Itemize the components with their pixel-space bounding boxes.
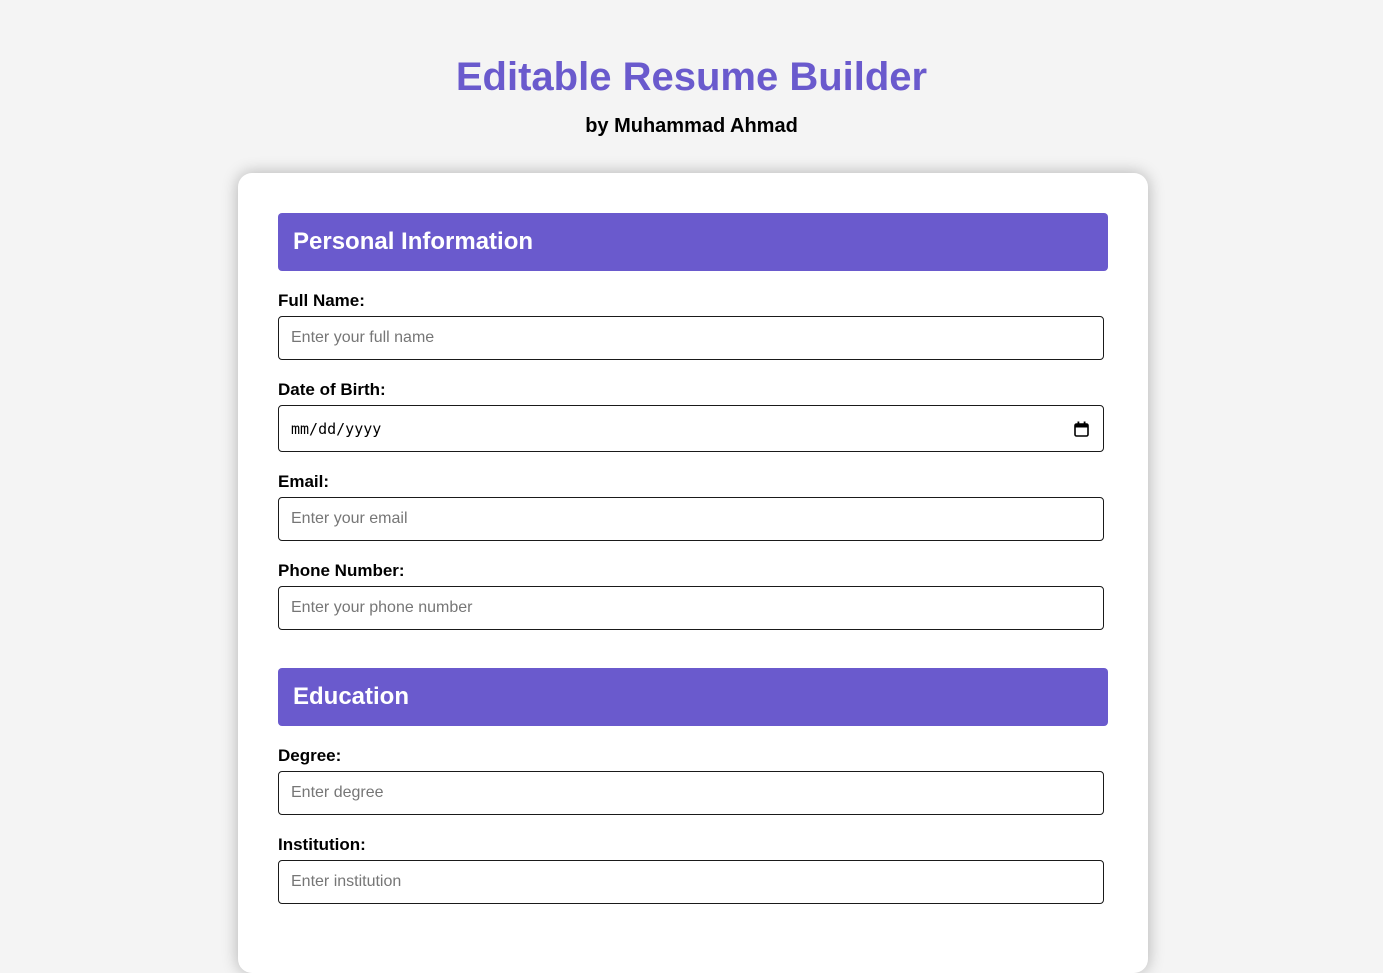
resume-form-card: Personal Information Full Name: Date of … [238, 173, 1148, 973]
institution-label: Institution: [278, 835, 366, 854]
phone-number-input[interactable] [278, 586, 1104, 630]
full-name-input[interactable] [278, 316, 1104, 360]
personal-information-header: Personal Information [278, 213, 1108, 271]
page-title: Editable Resume Builder [455, 55, 928, 99]
degree-label: Degree: [278, 746, 342, 765]
phone-number-label: Phone Number: [278, 561, 405, 580]
institution-input[interactable] [278, 860, 1104, 904]
date-of-birth-placeholder: mm/dd/yyyy [291, 420, 382, 438]
email-input[interactable] [278, 497, 1104, 541]
calendar-icon[interactable] [1074, 421, 1089, 437]
full-name-label: Full Name: [278, 291, 365, 310]
date-of-birth-input[interactable]: mm/dd/yyyy [278, 405, 1104, 452]
education-header: Education [278, 668, 1108, 726]
page-subtitle: by Muhammad Ahmad [585, 115, 798, 137]
degree-input[interactable] [278, 771, 1104, 815]
email-label: Email: [278, 472, 330, 491]
date-of-birth-label: Date of Birth: [278, 380, 386, 399]
